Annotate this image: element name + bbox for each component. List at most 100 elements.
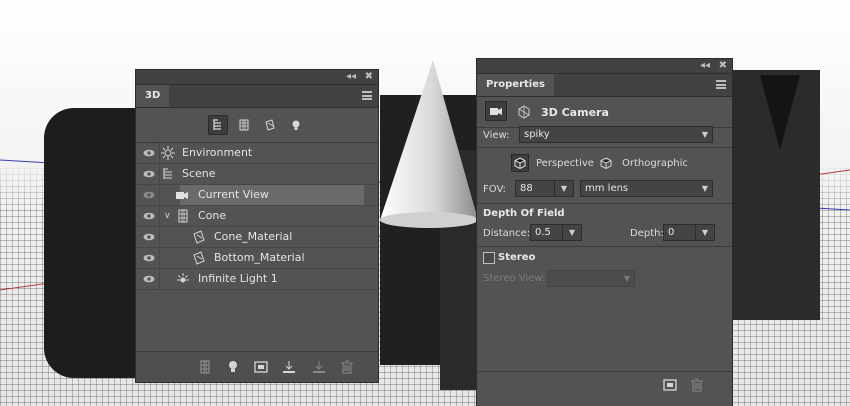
layer-label: Bottom_Material: [214, 251, 305, 264]
tab-properties[interactable]: Properties: [477, 74, 554, 96]
properties-tabrow: Properties: [477, 74, 732, 97]
coordinates-icon[interactable]: [517, 105, 531, 122]
delete-button[interactable]: [340, 359, 354, 375]
fov-dropdown-button[interactable]: ▼: [554, 180, 574, 197]
mesh-icon: [200, 360, 210, 374]
stereo-view-dropdown: ▼: [547, 270, 635, 287]
chevron-down-icon: ▼: [623, 274, 630, 283]
layer-label: Current View: [198, 188, 269, 201]
layer-row-environment[interactable]: Environment: [136, 143, 378, 164]
layer-label: Cone: [198, 209, 227, 222]
camera-icon[interactable]: [485, 101, 507, 121]
environment-icon: [161, 146, 175, 160]
layer-row-cone-material[interactable]: Cone_Material: [136, 227, 378, 248]
material-icon: [192, 251, 206, 265]
3d-panel: ◂◂ ✖ 3D Environment Scene Current View ∨…: [135, 69, 379, 383]
stereo-label[interactable]: Stereo: [498, 252, 535, 263]
perspective-label[interactable]: Perspective: [536, 158, 594, 169]
orthographic-button[interactable]: [598, 155, 614, 171]
depth-dropdown-button[interactable]: ▼: [695, 224, 715, 241]
materials-filter-button[interactable]: [260, 115, 280, 135]
delete-button[interactable]: [690, 378, 704, 392]
fov-input[interactable]: 88: [515, 180, 555, 197]
properties-title: 3D Camera: [541, 106, 609, 119]
split-icon: [313, 361, 325, 373]
visibility-eye-icon[interactable]: [139, 143, 160, 163]
3d-panel-bottom-toolbar: [136, 351, 378, 382]
perspective-button[interactable]: [511, 154, 529, 172]
filter-toolbar: [136, 108, 378, 143]
dof-heading: Depth Of Field: [483, 208, 565, 219]
ground-icon: [283, 361, 295, 373]
material-icon: [192, 230, 206, 244]
infinite-light-icon: [176, 272, 190, 286]
lights-filter-button[interactable]: [286, 115, 306, 135]
orthographic-cube-icon: [600, 157, 612, 169]
fov-label: FOV:: [483, 184, 506, 195]
orthographic-label[interactable]: Orthographic: [622, 158, 688, 169]
depth-label: Depth:: [630, 228, 664, 239]
fov-value: 88: [520, 183, 533, 194]
visibility-eye-icon[interactable]: [139, 269, 160, 289]
visibility-eye-icon[interactable]: [139, 248, 160, 268]
stereo-checkbox[interactable]: [483, 252, 495, 264]
visibility-eye-icon[interactable]: [139, 164, 160, 184]
add-mesh-button[interactable]: [198, 359, 212, 375]
lens-value: mm lens: [585, 183, 629, 194]
visibility-eye-icon[interactable]: [139, 227, 160, 247]
distance-value: 0.5: [535, 227, 551, 238]
view-label: View:: [483, 130, 510, 141]
render-button[interactable]: [254, 359, 268, 375]
add-light-button[interactable]: [226, 359, 240, 375]
properties-panel: ◂◂ ✖ Properties 3D Camera View: spiky ▼ …: [476, 58, 733, 406]
3d-panel-tabrow: 3D: [136, 85, 378, 108]
light-bulb-icon: [229, 361, 237, 372]
layer-row-scene[interactable]: Scene: [136, 164, 378, 185]
panel-menu-icon[interactable]: [362, 91, 372, 100]
collapse-icon[interactable]: ◂◂: [700, 60, 710, 72]
layer-label: Cone_Material: [214, 230, 293, 243]
chevron-down-icon: ▼: [701, 184, 708, 193]
layer-row-bottom-material[interactable]: Bottom_Material: [136, 248, 378, 269]
depth-input[interactable]: 0: [663, 224, 697, 241]
material-icon: [265, 119, 275, 131]
render-icon: [663, 379, 677, 391]
drop-to-ground-button[interactable]: [282, 359, 296, 375]
layer-row-cone[interactable]: ∨ Cone: [136, 206, 378, 227]
perspective-cube-icon: [514, 157, 526, 169]
close-icon[interactable]: ✖: [719, 60, 727, 72]
camera-icon: [175, 188, 189, 202]
distance-dropdown-button[interactable]: ▼: [562, 224, 582, 241]
light-bulb-icon: [292, 120, 300, 130]
stereo-view-label: Stereo View:: [483, 273, 546, 284]
split-extrusion-button[interactable]: [312, 359, 326, 375]
meshes-filter-button[interactable]: [234, 115, 254, 135]
properties-titlebar[interactable]: ◂◂ ✖: [477, 59, 732, 74]
panel-menu-icon[interactable]: [716, 80, 726, 89]
tab-3d[interactable]: 3D: [136, 85, 170, 107]
render-icon: [254, 361, 268, 373]
lens-dropdown[interactable]: mm lens ▼: [580, 180, 713, 197]
close-icon[interactable]: ✖: [365, 71, 373, 83]
view-dropdown[interactable]: spiky ▼: [519, 126, 713, 143]
properties-header: 3D Camera: [477, 97, 732, 128]
collapse-icon[interactable]: ◂◂: [346, 71, 356, 83]
trash-icon: [341, 360, 353, 374]
distance-input[interactable]: 0.5: [530, 224, 564, 241]
chevron-down-icon: ▼: [701, 130, 708, 139]
visibility-eye-icon[interactable]: [139, 185, 160, 205]
scene-icon: [161, 167, 175, 181]
trash-icon: [691, 378, 703, 392]
layer-label: Environment: [182, 146, 253, 159]
layer-label: Infinite Light 1: [198, 272, 278, 285]
whole-scene-filter-button[interactable]: [208, 115, 228, 135]
layer-row-infinite-light[interactable]: Infinite Light 1: [136, 269, 378, 290]
mesh-icon: [176, 209, 190, 223]
layer-row-current-view[interactable]: Current View: [136, 185, 378, 206]
expand-chevron-icon[interactable]: ∨: [164, 206, 171, 226]
3d-panel-titlebar[interactable]: ◂◂ ✖: [136, 70, 378, 85]
visibility-eye-icon[interactable]: [139, 206, 160, 226]
render-button[interactable]: [663, 378, 677, 392]
scene-tree-icon: [213, 119, 221, 130]
layer-label: Scene: [182, 167, 216, 180]
